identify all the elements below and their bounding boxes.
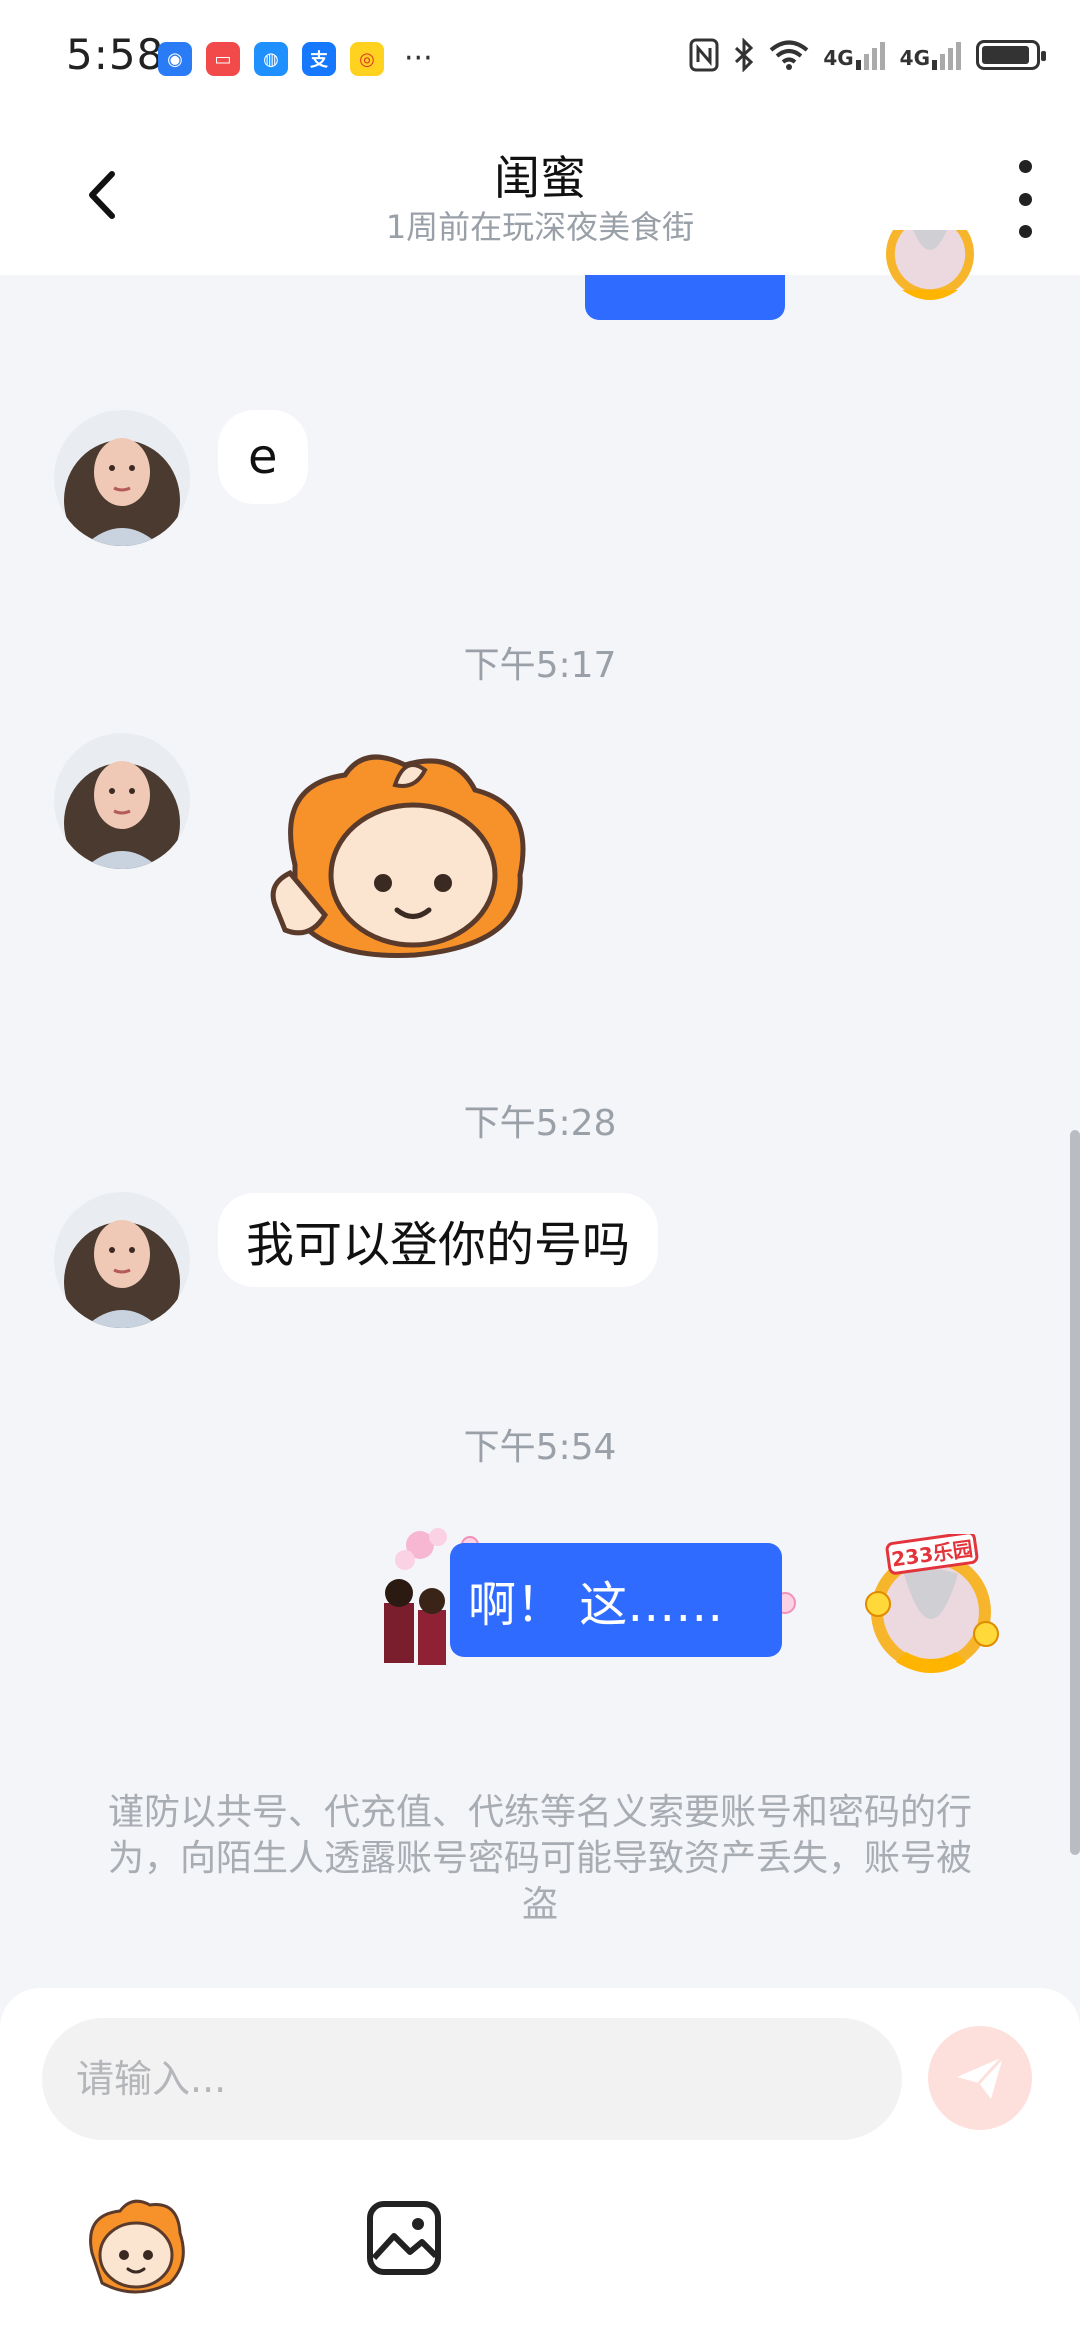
message-timestamp: 下午5:28 (463, 1103, 617, 1144)
message-timestamp: 下午5:17 (463, 645, 617, 686)
more-options-button[interactable] (1010, 160, 1040, 238)
weibo-notification-icon: ◎ (350, 42, 384, 76)
dot-icon (1018, 225, 1032, 238)
my-avatar[interactable]: 233乐园 (856, 1534, 1006, 1684)
battery-icon (976, 40, 1046, 70)
my-avatar-partial[interactable] (855, 230, 1005, 350)
friend-avatar[interactable] (54, 1192, 190, 1328)
image-picker-button[interactable] (364, 2198, 444, 2278)
message-bubble-self[interactable]: 啊！ 这…… (450, 1543, 782, 1657)
chat-title: 闺蜜 (494, 151, 586, 205)
battery-level (982, 46, 1029, 64)
composer-panel (0, 1988, 1080, 2340)
dot-icon (1018, 192, 1032, 206)
message-input-container[interactable] (42, 2018, 902, 2140)
scrollbar[interactable] (1070, 1130, 1080, 1855)
message-timestamp: 下午5:54 (463, 1427, 617, 1468)
status-time: 5:58 (66, 30, 165, 79)
cell-signal-2-icon: 4G (900, 40, 962, 70)
message-text: e (248, 429, 278, 485)
status-bar: 5:58 ◉ ▭ ◍ 支 ◎ ··· 4G 4G (0, 0, 1080, 120)
emoji-sticker-button[interactable] (80, 2193, 190, 2303)
send-icon (957, 2055, 1005, 2099)
store-notification-icon: ▭ (206, 42, 240, 76)
message-input[interactable] (74, 2056, 902, 2102)
wifi-icon (770, 40, 809, 70)
app-notification-icon: ◉ (158, 42, 192, 76)
nfc-icon (689, 38, 719, 72)
system-icons: 4G 4G (689, 38, 1046, 72)
browser-notification-icon: ◍ (254, 42, 288, 76)
previous-message-bubble[interactable] (585, 275, 785, 320)
message-bubble[interactable]: e (218, 410, 308, 504)
notification-icons: ◉ ▭ ◍ 支 ◎ ··· (158, 42, 433, 76)
friend-avatar[interactable] (54, 733, 190, 869)
more-notifications-icon: ··· (404, 41, 433, 76)
friend-avatar[interactable] (54, 410, 190, 546)
send-button[interactable] (928, 2026, 1032, 2130)
message-text: 啊！ 这…… (468, 1577, 724, 1633)
face-sticker-icon[interactable] (265, 745, 545, 975)
message-bubble[interactable]: 我可以登你的号吗 (218, 1193, 659, 1287)
alipay-notification-icon: 支 (302, 42, 336, 76)
message-text: 我可以登你的号吗 (246, 1217, 631, 1273)
security-notice: 谨防以共号、代充值、代练等名义索要账号和密码的行为，向陌生人透露账号密码可能导致… (107, 1792, 972, 1925)
dot-icon (1018, 160, 1032, 173)
bluetooth-icon (735, 38, 754, 72)
cell-signal-icon: 4G (823, 40, 885, 70)
